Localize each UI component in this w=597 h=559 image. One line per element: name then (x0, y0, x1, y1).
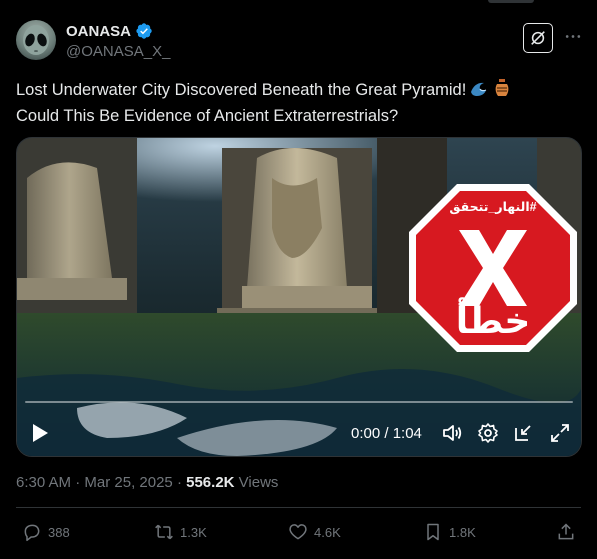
reply-count: 388 (48, 524, 70, 540)
repost-button[interactable]: 1.3K (154, 522, 207, 542)
repost-icon (155, 524, 173, 540)
tweet-line-1: Lost Underwater City Discovered Beneath … (16, 81, 467, 99)
views-count: 556.2K (186, 474, 235, 491)
video-progress-bar[interactable] (25, 401, 573, 403)
grok-button[interactable] (523, 23, 553, 53)
author-handle[interactable]: @OANASA_X_ (66, 43, 170, 60)
author-display-name[interactable]: OANASA (66, 23, 131, 40)
top-scroll-sliver (488, 0, 534, 3)
video-time-display: 0:00 / 1:04 (351, 425, 422, 442)
fact-check-verdict: خطأ (455, 300, 531, 341)
like-count: 4.6K (314, 524, 341, 540)
volume-icon[interactable] (441, 422, 463, 444)
minimize-icon[interactable] (512, 422, 534, 444)
reply-icon (24, 524, 40, 542)
divider (16, 507, 581, 508)
share-icon (558, 523, 574, 540)
tweet-date[interactable]: Mar 25, 2025 (84, 474, 172, 491)
water-wave-emoji (469, 78, 489, 105)
verified-badge-icon (136, 23, 152, 39)
reply-button[interactable]: 388 (22, 522, 70, 542)
share-button[interactable] (556, 522, 576, 542)
tweet-time[interactable]: 6:30 AM (16, 474, 71, 491)
fact-check-hashtag: #النهار_تتحقق (449, 200, 537, 214)
tweet-line-2: Could This Be Evidence of Ancient Extrat… (16, 107, 399, 125)
bookmark-icon (427, 523, 439, 541)
views-label: Views (238, 474, 279, 491)
settings-gear-icon[interactable] (477, 422, 499, 444)
more-options-icon[interactable] (564, 24, 582, 48)
video-player[interactable]: #النهار_تتحقق خطأ 0:00 / 1:04 (16, 137, 582, 457)
like-button[interactable]: 4.6K (288, 522, 341, 542)
amphora-emoji (492, 78, 512, 105)
play-icon[interactable] (31, 423, 49, 443)
tweet-text: Lost Underwater City Discovered Beneath … (16, 78, 581, 128)
author-name-row[interactable]: OANASA (66, 22, 153, 40)
alien-avatar-icon (23, 25, 49, 55)
fullscreen-icon[interactable] (549, 422, 571, 444)
grok-icon (531, 31, 545, 45)
bookmark-button[interactable]: 1.8K (423, 522, 476, 542)
heart-icon (289, 524, 307, 540)
repost-count: 1.3K (180, 524, 207, 540)
tweet-meta: 6:30 AM · Mar 25, 2025 · 556.2K Views (16, 474, 278, 491)
avatar[interactable] (16, 20, 56, 60)
bookmark-count: 1.8K (449, 524, 476, 540)
